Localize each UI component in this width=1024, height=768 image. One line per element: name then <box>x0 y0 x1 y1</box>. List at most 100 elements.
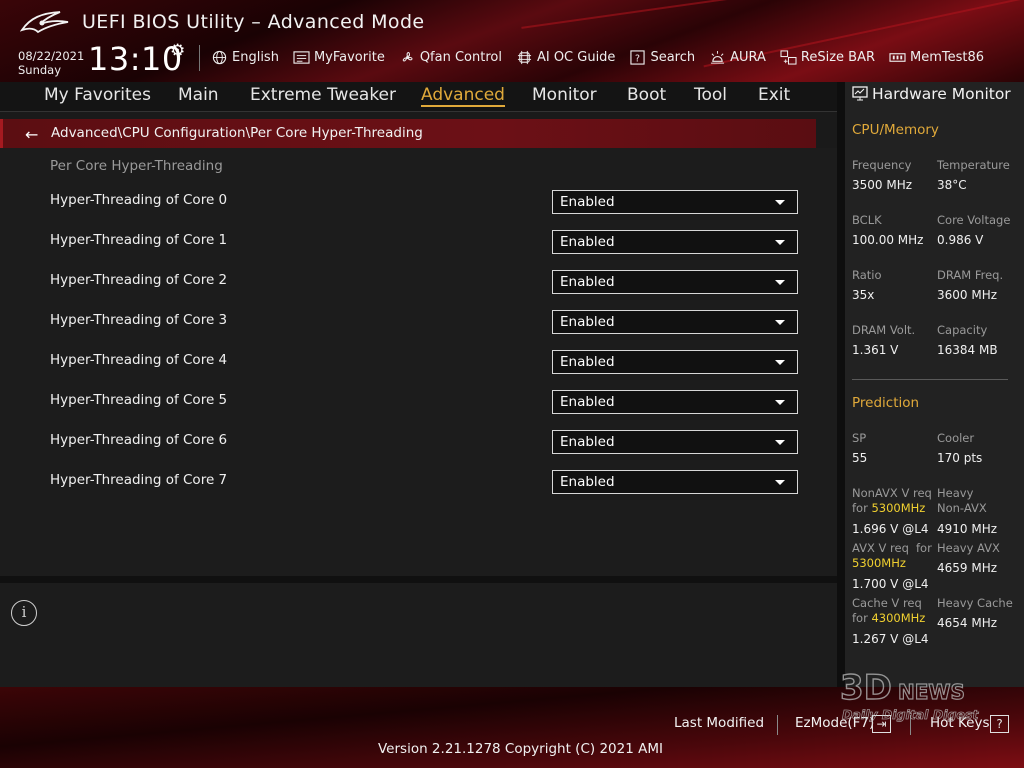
info-icon: i <box>11 600 37 626</box>
aura-button[interactable]: AURA <box>709 50 766 65</box>
memtest86-button[interactable]: MemTest86 <box>889 50 984 65</box>
ratio-label: Ratio <box>852 268 882 282</box>
nonavx-vreq-value: 1.696 V @L4 <box>852 522 929 536</box>
setting-label-core-1: Hyper-Threading of Core 1 <box>50 232 228 248</box>
setting-label-core-5: Hyper-Threading of Core 5 <box>50 392 228 408</box>
header-divider <box>199 45 200 71</box>
hotkeys-button[interactable]: Hot Keys <box>930 715 990 731</box>
heavy-cache-label: Heavy Cache <box>937 596 1013 610</box>
help-question-icon[interactable]: ? <box>990 715 1009 733</box>
svg-text:?: ? <box>635 53 640 64</box>
tab-tool[interactable]: Tool <box>694 85 727 105</box>
frequency-label: Frequency <box>852 158 912 172</box>
resize-bar-icon <box>780 49 797 65</box>
memtest86-label: MemTest86 <box>910 49 985 65</box>
language-button[interactable]: English <box>211 50 279 65</box>
favorite-list-icon <box>293 50 310 64</box>
core-6-hyperthreading-select[interactable]: Enabled <box>552 430 798 454</box>
header-toolbar: English MyFavorite Qfan Control AI OC Gu… <box>211 47 984 67</box>
cpu-memory-heading: CPU/Memory <box>852 122 939 138</box>
heavy-nonavx-line1: Heavy <box>937 486 974 500</box>
last-modified-button[interactable]: Last Modified <box>674 715 764 731</box>
setting-label-core-4: Hyper-Threading of Core 4 <box>50 352 228 368</box>
chevron-down-icon <box>775 480 785 485</box>
chevron-down-icon <box>775 280 785 285</box>
bclk-label: BCLK <box>852 213 882 227</box>
frequency-value: 3500 MHz <box>852 178 913 192</box>
avx-label-text: AVX V req <box>852 541 909 555</box>
chevron-down-icon <box>775 240 785 245</box>
nonavx-for: for <box>852 501 868 515</box>
capacity-label: Capacity <box>937 323 988 337</box>
breadcrumb-path: Advanced\CPU Configuration\Per Core Hype… <box>51 125 423 141</box>
core-voltage-label: Core Voltage <box>937 213 1011 227</box>
language-label: English <box>232 49 279 65</box>
settings-panel: Per Core Hyper-Threading Hyper-Threading… <box>0 148 837 576</box>
setting-label-core-7: Hyper-Threading of Core 7 <box>50 472 228 488</box>
heavy-nonavx-value: 4910 MHz <box>937 522 998 536</box>
avx-vreq-value: 1.700 V @L4 <box>852 577 929 591</box>
aura-label: AURA <box>730 49 766 65</box>
resize-bar-button[interactable]: ReSize BAR <box>780 50 875 65</box>
prediction-heading: Prediction <box>852 395 920 411</box>
bclk-value: 100.00 MHz <box>852 233 924 247</box>
footer-bar: Last Modified EzMode(F7) ⇥ Hot Keys ? Ve… <box>0 687 1024 768</box>
qfan-control-button[interactable]: Qfan Control <box>399 50 502 65</box>
ezmode-exit-icon[interactable]: ⇥ <box>872 715 891 733</box>
heavy-nonavx-line2: Non-AVX <box>937 501 987 515</box>
tab-boot[interactable]: Boot <box>627 85 666 105</box>
heavy-avx-label: Heavy AVX <box>937 541 1000 555</box>
ratio-value: 35x <box>852 288 875 302</box>
tab-advanced[interactable]: Advanced <box>421 85 505 107</box>
myfavorite-button[interactable]: MyFavorite <box>293 50 385 65</box>
cooler-label: Cooler <box>937 431 975 445</box>
monitor-section-divider <box>852 379 1008 380</box>
core-4-hyperthreading-select[interactable]: Enabled <box>552 350 798 374</box>
hardware-monitor-panel: Hardware Monitor CPU/Memory Frequency Te… <box>845 82 1024 687</box>
aura-light-icon <box>711 50 725 64</box>
monitor-icon <box>852 86 868 101</box>
tab-main[interactable]: Main <box>178 85 219 105</box>
chevron-down-icon <box>775 200 785 205</box>
footer-divider <box>777 715 778 735</box>
core-0-hyperthreading-select[interactable]: Enabled <box>552 190 798 214</box>
help-divider <box>0 576 837 583</box>
chevron-down-icon <box>775 320 785 325</box>
temperature-label: Temperature <box>937 158 1010 172</box>
cache-label-line2: for 4300MHz <box>852 611 925 626</box>
select-value: Enabled <box>560 194 615 210</box>
ai-oc-guide-button[interactable]: AI OC Guide <box>516 50 615 65</box>
dram-volt-label: DRAM Volt. <box>852 323 916 337</box>
search-label: Search <box>650 49 696 65</box>
core-voltage-value: 0.986 V <box>937 233 984 247</box>
cache-vreq-label: Cache V req for 4300MHz <box>852 596 925 626</box>
main-nav: My Favorites Main Extreme Tweaker Advanc… <box>0 82 837 112</box>
search-button[interactable]: ? Search <box>629 50 695 65</box>
core-1-hyperthreading-select[interactable]: Enabled <box>552 230 798 254</box>
select-value: Enabled <box>560 314 615 330</box>
core-5-hyperthreading-select[interactable]: Enabled <box>552 390 798 414</box>
clock-time[interactable]: 13:10 <box>88 40 183 78</box>
tab-monitor[interactable]: Monitor <box>532 85 597 105</box>
dram-freq-value: 3600 MHz <box>937 288 998 302</box>
globe-icon <box>212 50 227 64</box>
core-7-hyperthreading-select[interactable]: Enabled <box>552 470 798 494</box>
select-value: Enabled <box>560 274 615 290</box>
tab-my-favorites[interactable]: My Favorites <box>44 85 151 105</box>
tab-exit[interactable]: Exit <box>758 85 790 105</box>
heavy-nonavx-label: Heavy Non-AVX <box>937 486 987 516</box>
resize-bar-label: ReSize BAR <box>800 49 876 65</box>
core-2-hyperthreading-select[interactable]: Enabled <box>552 270 798 294</box>
setting-label-core-2: Hyper-Threading of Core 2 <box>50 272 228 288</box>
back-arrow-icon[interactable]: ← <box>25 125 38 144</box>
ezmode-button[interactable]: EzMode(F7) <box>795 715 874 731</box>
core-3-hyperthreading-select[interactable]: Enabled <box>552 310 798 334</box>
tab-extreme-tweaker[interactable]: Extreme Tweaker <box>250 85 396 105</box>
decor-stripe <box>521 0 819 29</box>
temperature-value: 38°C <box>937 178 967 192</box>
heavy-avx-value: 4659 MHz <box>937 561 998 575</box>
nonavx-vreq-label: NonAVX V req for 5300MHz <box>852 486 932 516</box>
clock-settings-gear-icon[interactable]: ⚙ <box>170 41 185 61</box>
hardware-monitor-title-text: Hardware Monitor <box>872 85 1011 103</box>
heavy-cache-value: 4654 MHz <box>937 616 998 630</box>
